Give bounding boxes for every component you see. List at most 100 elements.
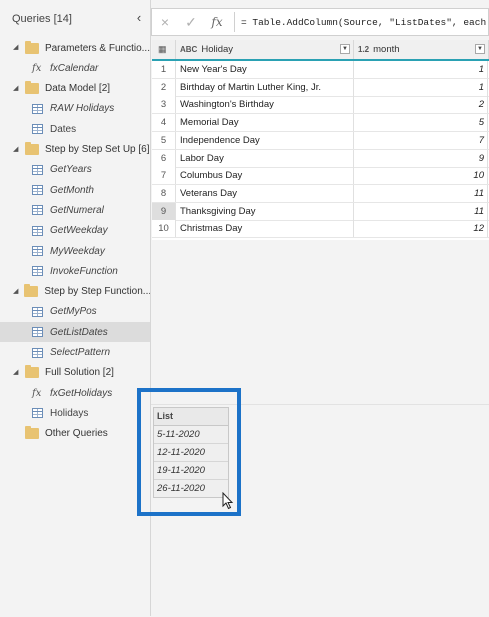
query-item[interactable]: GetListDates bbox=[0, 322, 150, 343]
query-item[interactable]: GetMyPos bbox=[0, 302, 150, 322]
month-cell[interactable]: 2 bbox=[354, 96, 488, 114]
month-cell[interactable]: 9 bbox=[354, 149, 488, 167]
check-icon[interactable]: ✓ bbox=[178, 14, 204, 31]
fx-icon: fx bbox=[32, 62, 42, 74]
chevron-left-icon[interactable]: ‹ bbox=[133, 10, 145, 26]
query-group[interactable]: Other Queries bbox=[0, 424, 150, 444]
table-icon bbox=[32, 225, 43, 236]
month-cell[interactable]: 1 bbox=[354, 78, 488, 96]
query-item[interactable]: GetYears bbox=[0, 160, 150, 180]
queries-pane: Queries [14] ‹ ◢ Parameters & Functio... f… bbox=[0, 0, 151, 616]
query-group[interactable]: ◢ Step by Step Set Up [6] bbox=[0, 140, 150, 160]
column-header-month[interactable]: 1.2 month ▼ bbox=[354, 40, 489, 59]
query-item[interactable]: fx fxCalendar bbox=[0, 58, 150, 78]
query-item[interactable]: GetWeekday bbox=[0, 221, 150, 241]
month-cell[interactable]: 10 bbox=[354, 167, 488, 185]
query-item[interactable]: GetNumeral bbox=[0, 200, 150, 220]
filter-dropdown-icon[interactable]: ▼ bbox=[475, 44, 485, 54]
formula-input[interactable]: = Table.AddColumn(Source, "ListDates", e… bbox=[241, 17, 486, 28]
table-row[interactable]: 5 Independence Day 7 bbox=[152, 131, 489, 150]
holiday-cell[interactable]: New Year's Day bbox=[176, 61, 354, 78]
month-cell[interactable]: 1 bbox=[354, 61, 488, 78]
query-label: fxCalendar bbox=[50, 62, 99, 74]
expand-arrow-icon[interactable]: ◢ bbox=[13, 146, 19, 153]
holiday-cell[interactable]: Thanksgiving Day bbox=[176, 202, 354, 220]
expand-arrow-icon[interactable]: ◢ bbox=[13, 44, 19, 51]
month-cell[interactable]: 11 bbox=[354, 202, 488, 220]
folder-icon bbox=[24, 40, 39, 54]
query-item[interactable]: fx fxGetHolidays bbox=[0, 383, 150, 403]
query-group[interactable]: ◢ Data Model [2] bbox=[0, 79, 150, 99]
expand-arrow-icon[interactable]: ◢ bbox=[13, 369, 19, 376]
table-row[interactable]: 6 Labor Day 9 bbox=[152, 149, 489, 168]
month-cell[interactable]: 7 bbox=[354, 131, 488, 149]
queries-pane-title: Queries [14] bbox=[12, 13, 72, 25]
query-label: InvokeFunction bbox=[50, 265, 118, 277]
query-item[interactable]: MyWeekday bbox=[0, 241, 150, 261]
column-label: Holiday bbox=[201, 44, 234, 55]
query-label: Dates bbox=[50, 123, 77, 135]
holiday-cell[interactable]: Washington's Birthday bbox=[176, 96, 354, 114]
query-group[interactable]: ◢ Full Solution [2] bbox=[0, 363, 150, 383]
holiday-cell[interactable]: Christmas Day bbox=[176, 220, 354, 238]
query-label: GetMyPos bbox=[50, 306, 97, 318]
mouse-cursor-icon bbox=[222, 492, 234, 510]
table-icon bbox=[32, 205, 43, 216]
query-item[interactable]: RAW Holidays bbox=[0, 99, 150, 119]
folder-icon bbox=[25, 426, 39, 440]
table-row[interactable]: 2 Birthday of Martin Luther King, Jr. 1 bbox=[152, 78, 489, 97]
row-number[interactable]: 2 bbox=[152, 78, 176, 96]
row-number[interactable]: 10 bbox=[152, 220, 176, 238]
query-group[interactable]: ◢ Step by Step Function... bbox=[0, 282, 150, 302]
column-header-holiday[interactable]: ABC Holiday ▼ bbox=[176, 40, 354, 59]
filter-dropdown-icon[interactable]: ▼ bbox=[340, 44, 350, 54]
folder-icon bbox=[25, 81, 39, 95]
holiday-cell[interactable]: Memorial Day bbox=[176, 114, 354, 132]
table-icon bbox=[32, 347, 43, 358]
table-row[interactable]: 3 Washington's Birthday 2 bbox=[152, 96, 489, 115]
query-label: SelectPattern bbox=[50, 347, 111, 358]
query-label: MyWeekday bbox=[50, 245, 105, 257]
query-label: Holidays bbox=[50, 407, 89, 419]
holiday-cell[interactable]: Independence Day bbox=[176, 131, 354, 149]
query-item[interactable]: Dates bbox=[0, 119, 150, 139]
holiday-cell[interactable]: Labor Day bbox=[176, 149, 354, 167]
table-row[interactable]: 1 New Year's Day 1 bbox=[152, 61, 489, 79]
cancel-icon[interactable]: × bbox=[152, 14, 178, 30]
row-number[interactable]: 4 bbox=[152, 114, 176, 132]
table-row[interactable]: 10 Christmas Day 12 bbox=[152, 220, 489, 239]
column-label: month bbox=[373, 44, 400, 55]
month-cell[interactable]: 11 bbox=[354, 184, 488, 202]
month-cell[interactable]: 5 bbox=[354, 114, 488, 132]
query-item[interactable]: Holidays bbox=[0, 403, 150, 423]
table-icon bbox=[32, 103, 43, 114]
month-cell[interactable]: 12 bbox=[354, 220, 488, 238]
row-number[interactable]: 5 bbox=[152, 131, 176, 149]
table-row[interactable]: 8 Veterans Day 11 bbox=[152, 184, 489, 203]
row-number[interactable]: 7 bbox=[152, 167, 176, 185]
query-item[interactable]: InvokeFunction bbox=[0, 261, 150, 281]
holiday-cell[interactable]: Veterans Day bbox=[176, 184, 354, 202]
query-group[interactable]: ◢ Parameters & Functio... bbox=[0, 38, 150, 58]
expand-arrow-icon[interactable]: ◢ bbox=[13, 288, 18, 295]
row-number[interactable]: 1 bbox=[152, 61, 176, 78]
select-all-icon[interactable]: ▦ bbox=[152, 40, 176, 59]
query-item[interactable]: SelectPattern bbox=[0, 343, 150, 363]
fx-icon[interactable]: fx bbox=[204, 15, 230, 29]
table-row[interactable]: 4 Memorial Day 5 bbox=[152, 114, 489, 133]
row-number[interactable]: 3 bbox=[152, 96, 176, 114]
row-number[interactable]: 8 bbox=[152, 184, 176, 202]
holiday-cell[interactable]: Columbus Day bbox=[176, 167, 354, 185]
table-row[interactable]: 9 Thanksgiving Day 11 bbox=[152, 202, 489, 221]
table-row[interactable]: 7 Columbus Day 10 bbox=[152, 167, 489, 186]
holiday-cell[interactable]: Birthday of Martin Luther King, Jr. bbox=[176, 78, 354, 96]
row-number[interactable]: 9 bbox=[152, 202, 176, 220]
table-icon bbox=[32, 327, 43, 338]
query-item[interactable]: GetMonth bbox=[0, 180, 150, 200]
row-number[interactable]: 6 bbox=[152, 149, 176, 167]
decimal-type-icon[interactable]: 1.2 bbox=[358, 45, 369, 54]
formula-bar: × ✓ fx = Table.AddColumn(Source, "ListDa… bbox=[151, 8, 489, 36]
text-type-icon[interactable]: ABC bbox=[180, 45, 197, 54]
query-label: GetNumeral bbox=[50, 204, 104, 216]
expand-arrow-icon[interactable]: ◢ bbox=[13, 85, 19, 92]
